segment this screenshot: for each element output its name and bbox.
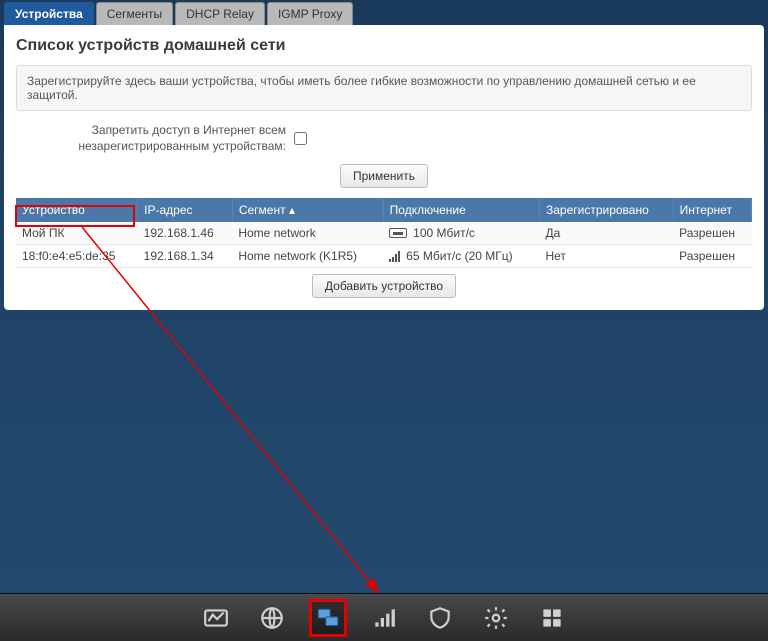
cell-device: Мой ПК [16, 222, 138, 245]
tab-bar: Устройства Сегменты DHCP Relay IGMP Prox… [0, 0, 768, 25]
nav-wifi-icon[interactable] [365, 599, 403, 637]
cell-registered: Да [539, 222, 673, 245]
table-row[interactable]: 18:f0:e4:e5:de:35 192.168.1.34 Home netw… [16, 245, 752, 268]
cell-internet: Разрешен [673, 245, 751, 268]
info-message: Зарегистрируйте здесь ваши устройства, ч… [16, 65, 752, 111]
th-device[interactable]: Устройство [16, 198, 138, 222]
cell-connection: 65 Мбит/с (20 МГц) [383, 245, 539, 268]
nav-devices-icon[interactable] [309, 599, 347, 637]
sort-indicator-icon: ▴ [289, 203, 295, 217]
cell-segment: Home network [232, 222, 383, 245]
device-table: Устройство IP-адрес Сегмент ▴ Подключени… [16, 198, 752, 268]
tab-dhcp-relay[interactable]: DHCP Relay [175, 2, 265, 25]
bottom-nav [0, 593, 768, 641]
cell-registered: Нет [539, 245, 673, 268]
nav-shield-icon[interactable] [421, 599, 459, 637]
apply-button[interactable]: Применить [340, 164, 428, 188]
nav-settings-icon[interactable] [477, 599, 515, 637]
cell-ip: 192.168.1.46 [138, 222, 233, 245]
cell-ip: 192.168.1.34 [138, 245, 233, 268]
deny-unregistered-label: Запретить доступ в Интернет всем незарег… [16, 123, 286, 154]
tab-segments[interactable]: Сегменты [96, 2, 173, 25]
add-device-button[interactable]: Добавить устройство [312, 274, 456, 298]
deny-unregistered-checkbox[interactable] [294, 132, 307, 145]
panel-title: Список устройств домашней сети [16, 37, 752, 55]
th-connection[interactable]: Подключение [383, 198, 539, 222]
deny-unregistered-row: Запретить доступ в Интернет всем незарег… [16, 123, 752, 154]
th-registered[interactable]: Зарегистрировано [539, 198, 673, 222]
cell-segment: Home network (K1R5) [232, 245, 383, 268]
wifi-signal-icon [389, 250, 400, 262]
nav-stats-icon[interactable] [197, 599, 235, 637]
th-internet[interactable]: Интернет [673, 198, 751, 222]
table-row[interactable]: Мой ПК 192.168.1.46 Home network 100 Мби… [16, 222, 752, 245]
ethernet-icon [389, 228, 407, 238]
th-segment[interactable]: Сегмент ▴ [232, 198, 383, 222]
cell-connection: 100 Мбит/с [383, 222, 539, 245]
device-list-panel: Список устройств домашней сети Зарегистр… [4, 25, 764, 310]
nav-globe-icon[interactable] [253, 599, 291, 637]
tab-devices[interactable]: Устройства [4, 2, 94, 25]
tab-igmp-proxy[interactable]: IGMP Proxy [267, 2, 353, 25]
nav-apps-icon[interactable] [533, 599, 571, 637]
cell-internet: Разрешен [673, 222, 751, 245]
th-ip[interactable]: IP-адрес [138, 198, 233, 222]
cell-device: 18:f0:e4:e5:de:35 [16, 245, 138, 268]
